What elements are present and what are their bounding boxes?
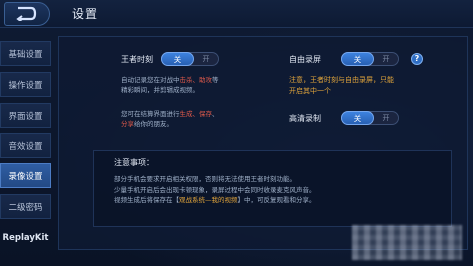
notes-line: 少量手机开启后会出现卡顿现象，录屏过程中会同时收录麦克风声音。 [114,185,316,194]
desc-text: 您可在结算界面进行 [121,110,180,118]
king-moment-label: 王者时刻 [121,55,153,64]
notes-line: 】中，可反复观看和分享。 [237,196,316,204]
desc-text: 给你的朋友。 [134,120,173,128]
notes-title: 注意事项： [114,158,154,167]
warning-text: 注意，王者时刻与自由录屏，只能 [289,76,394,84]
hd-record-toggle-on[interactable]: 关 [341,111,374,125]
desc-text: 精彩瞬间，并剪辑成视频。 [121,86,199,94]
sidebar-item-recording[interactable]: 录像设置 [0,163,51,188]
sidebar-item-replaykit[interactable]: ReplayKit [0,225,51,250]
free-record-label: 自由录屏 [289,55,321,64]
sidebar-item-sound[interactable]: 音效设置 [0,133,51,158]
warning-text: 开启其中一个 [289,87,331,95]
king-moment-toggle[interactable]: 关 开 [161,52,219,66]
sidebar-item-password[interactable]: 二级密码 [0,194,51,219]
desc-highlight: 生成、保存 [179,110,213,118]
notes-line: 部分手机会要求开启相关权限，否则将无法使用王者时刻功能。 [114,175,296,183]
notes-line: 视频生成后将保存在【 [114,196,179,204]
sidebar-item-controls[interactable]: 操作设置 [0,72,51,97]
sidebar-item-basic[interactable]: 基础设置 [0,41,51,66]
page-title: 设置 [72,7,99,21]
hd-record-label: 高清录制 [289,114,321,123]
help-icon[interactable]: ? [411,53,423,65]
desc-text: 、 [212,110,219,118]
header-bar: 设置 [0,0,473,28]
king-moment-desc: 自动记录您在对战中击杀、助攻等 精彩瞬间，并剪辑成视频。 [121,75,271,95]
notes-box: 注意事项： 部分手机会要求开启相关权限，否则将无法使用王者时刻功能。 少量手机开… [93,150,452,227]
king-moment-toggle-off[interactable]: 开 [194,53,218,65]
free-record-toggle[interactable]: 关 开 [341,52,399,66]
watermark-blur [352,225,462,260]
desc-highlight: 分享 [121,120,134,128]
king-moment-desc-2: 您可在结算界面进行生成、保存、 分享给你的朋友。 [121,109,271,129]
free-record-toggle-off[interactable]: 开 [374,53,398,65]
free-record-toggle-on[interactable]: 关 [341,52,374,66]
desc-text: 自动记录您在对战中 [121,76,180,84]
sidebar-item-interface[interactable]: 界面设置 [0,103,51,128]
back-button[interactable] [4,2,50,26]
notes-text: 部分手机会要求开启相关权限，否则将无法使用王者时刻功能。 少量手机开启后会出现卡… [114,174,316,206]
desc-highlight: 击杀、助攻 [179,76,213,84]
free-record-warning: 注意，王者时刻与自由录屏，只能 开启其中一个 [289,75,419,97]
desc-text: 等 [212,76,219,84]
notes-highlight: 观战系统—我的视频 [179,196,238,204]
king-moment-toggle-on[interactable]: 关 [161,52,194,66]
hd-record-toggle[interactable]: 关 开 [341,111,399,125]
hd-record-toggle-off[interactable]: 开 [374,112,398,124]
back-arrow-icon [16,6,37,21]
